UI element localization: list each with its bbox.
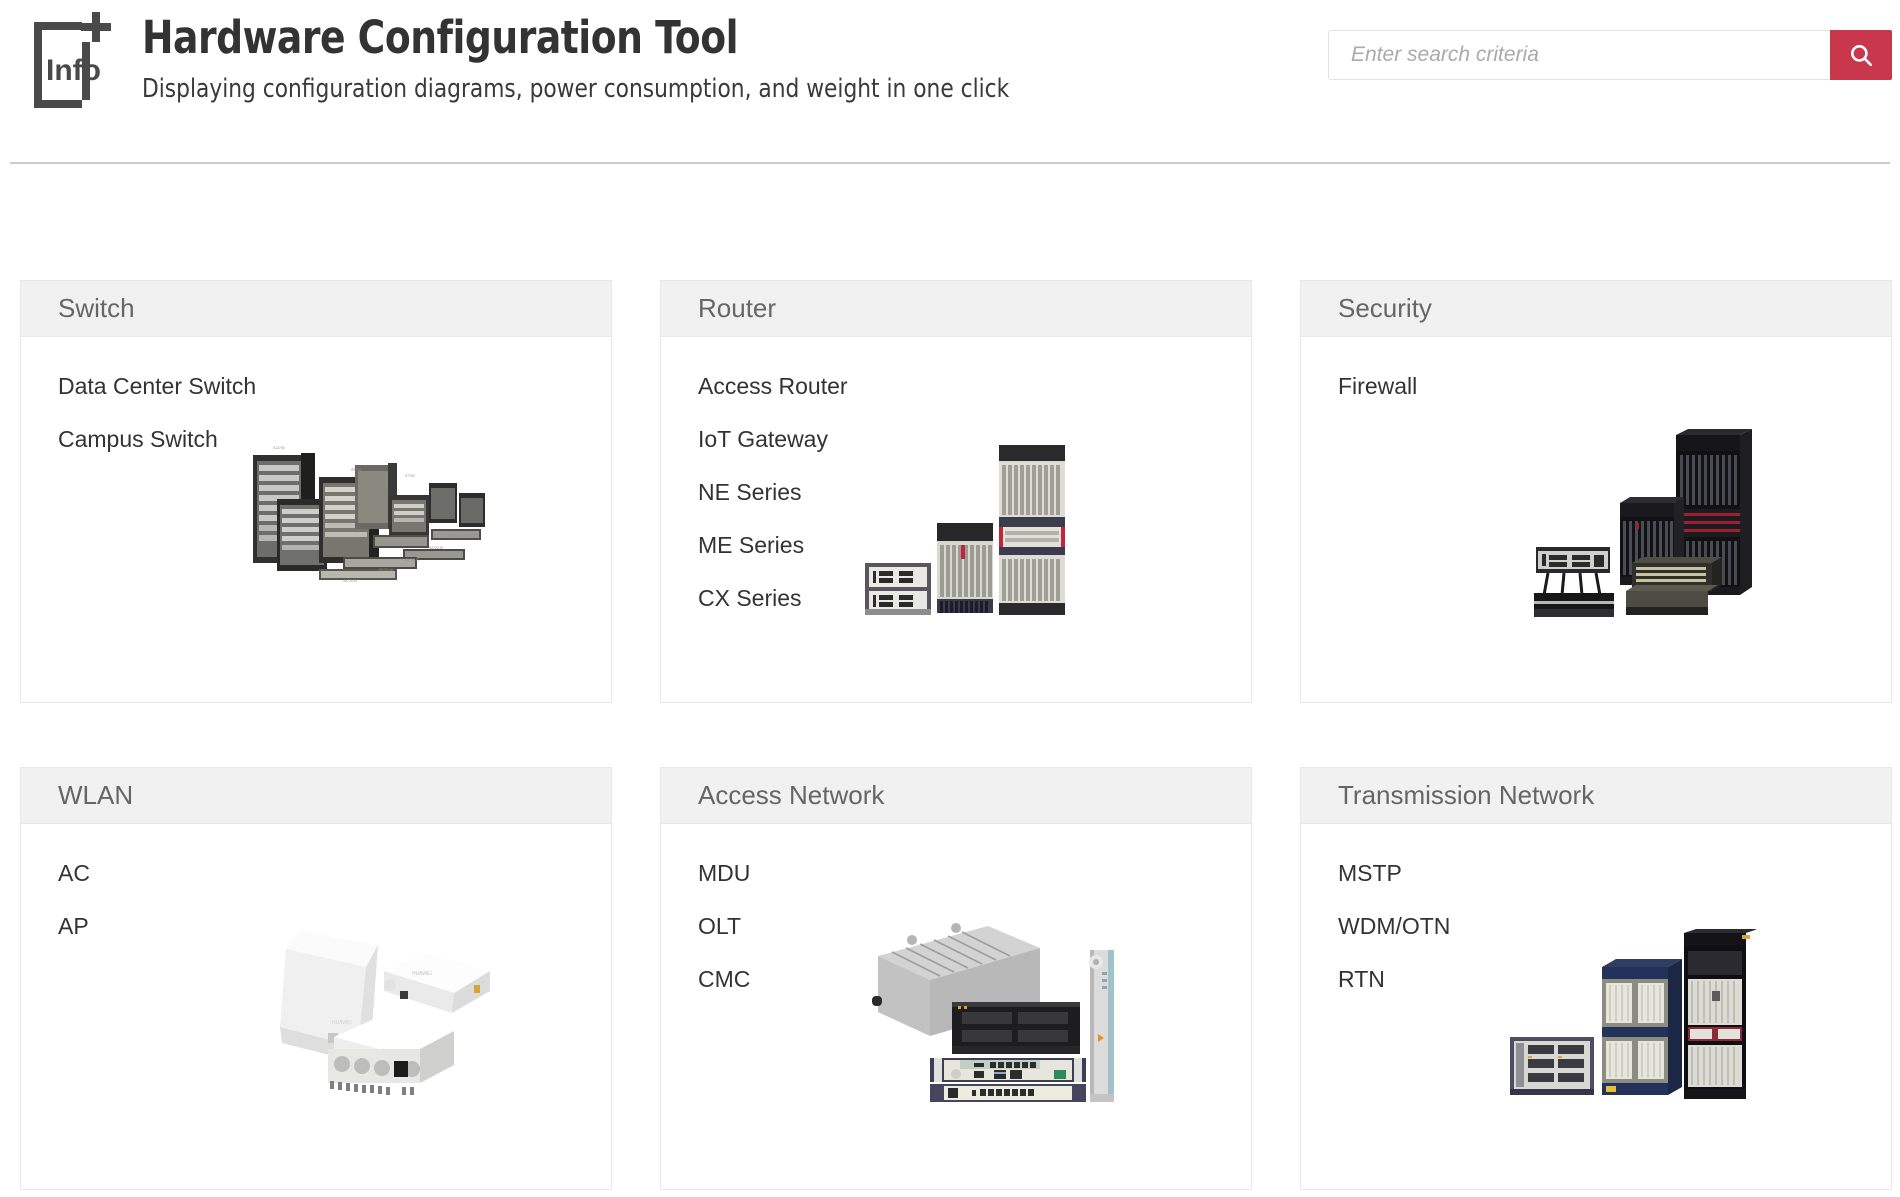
link-firewall[interactable]: Firewall xyxy=(1338,375,1417,398)
card-header-switch: Switch xyxy=(21,281,611,337)
category-card-security: Security Firewall xyxy=(1300,280,1892,703)
link-mstp[interactable]: MSTP xyxy=(1338,862,1402,885)
page-header: Info Hardware Configuration Tool Display… xyxy=(0,0,1900,164)
card-title: Switch xyxy=(58,293,135,323)
app-logo: Info xyxy=(20,8,120,108)
card-title: Access Network xyxy=(698,780,885,810)
category-card-transmission-network: Transmission Network MSTP WDM/OTN RTN xyxy=(1300,767,1892,1190)
header-divider xyxy=(10,162,1890,164)
card-body-switch: Data Center Switch Campus Switch S12700 … xyxy=(21,337,611,702)
link-olt[interactable]: OLT xyxy=(698,915,741,938)
category-card-switch: Switch Data Center Switch Campus Switch xyxy=(20,280,612,703)
link-list: Access Router IoT Gateway NE Series ME S… xyxy=(698,375,1251,640)
link-list: MDU OLT CMC xyxy=(698,862,1251,1021)
svg-text:S5720-EI: S5720-EI xyxy=(405,558,419,562)
search-icon xyxy=(1848,42,1874,68)
card-body-access-network: MDU OLT CMC xyxy=(661,824,1251,1189)
card-title: WLAN xyxy=(58,780,134,810)
link-ne-series[interactable]: NE Series xyxy=(698,481,802,504)
svg-text:S5720-HI: S5720-HI xyxy=(379,568,393,572)
card-title: Transmission Network xyxy=(1338,780,1595,810)
link-cx-series[interactable]: CX Series xyxy=(698,587,802,610)
card-header-access-network: Access Network xyxy=(661,768,1251,824)
card-header-router: Router xyxy=(661,281,1251,337)
link-me-series[interactable]: ME Series xyxy=(698,534,804,557)
link-access-router[interactable]: Access Router xyxy=(698,375,848,398)
link-list: Data Center Switch Campus Switch xyxy=(58,375,611,481)
card-body-security: Firewall xyxy=(1301,337,1891,702)
category-card-access-network: Access Network MDU OLT CMC xyxy=(660,767,1252,1190)
security-product-family-photo xyxy=(1534,429,1752,617)
svg-text:HUAWEI: HUAWEI xyxy=(332,1020,352,1026)
page-title: Hardware Configuration Tool xyxy=(142,11,739,64)
card-header-security: Security xyxy=(1301,281,1891,337)
svg-text:HUAWEI: HUAWEI xyxy=(412,971,432,977)
link-list: Firewall xyxy=(1338,375,1891,428)
search-button[interactable] xyxy=(1830,30,1892,80)
link-mdu[interactable]: MDU xyxy=(698,862,750,885)
svg-text:S5720-SI: S5720-SI xyxy=(429,546,443,550)
svg-text:S6720-EI: S6720-EI xyxy=(343,579,357,583)
category-card-router: Router Access Router IoT Gateway NE Seri… xyxy=(660,280,1252,703)
page-subtitle: Displaying configuration diagrams, power… xyxy=(142,73,1010,104)
card-title: Security xyxy=(1338,293,1432,323)
card-body-wlan: AC AP HUAWEI HUAWEI xyxy=(21,824,611,1189)
card-title: Router xyxy=(698,293,777,323)
link-ac[interactable]: AC xyxy=(58,862,90,885)
link-list: AC AP xyxy=(58,862,611,968)
link-list: MSTP WDM/OTN RTN xyxy=(1338,862,1891,1021)
search-bar xyxy=(1328,30,1892,80)
svg-text:S5700/S2700/1700: S5700/S2700/1700 xyxy=(447,534,476,538)
link-wdm-otn[interactable]: WDM/OTN xyxy=(1338,915,1450,938)
card-header-transmission-network: Transmission Network xyxy=(1301,768,1891,824)
link-cmc[interactable]: CMC xyxy=(698,968,750,991)
logo-text: Info xyxy=(46,54,101,87)
title-block: Hardware Configuration Tool Displaying c… xyxy=(142,12,1075,104)
link-data-center-switch[interactable]: Data Center Switch xyxy=(58,375,256,398)
link-campus-switch[interactable]: Campus Switch xyxy=(58,428,218,451)
link-iot-gateway[interactable]: IoT Gateway xyxy=(698,428,828,451)
category-card-grid: Switch Data Center Switch Campus Switch xyxy=(20,280,1892,1190)
card-body-router: Access Router IoT Gateway NE Series ME S… xyxy=(661,337,1251,702)
link-rtn[interactable]: RTN xyxy=(1338,968,1385,991)
search-input[interactable] xyxy=(1328,30,1830,80)
link-ap[interactable]: AP xyxy=(58,915,89,938)
card-body-transmission-network: MSTP WDM/OTN RTN xyxy=(1301,824,1891,1189)
category-card-wlan: WLAN AC AP HUAWEI HUAWEI xyxy=(20,767,612,1190)
card-header-wlan: WLAN xyxy=(21,768,611,824)
